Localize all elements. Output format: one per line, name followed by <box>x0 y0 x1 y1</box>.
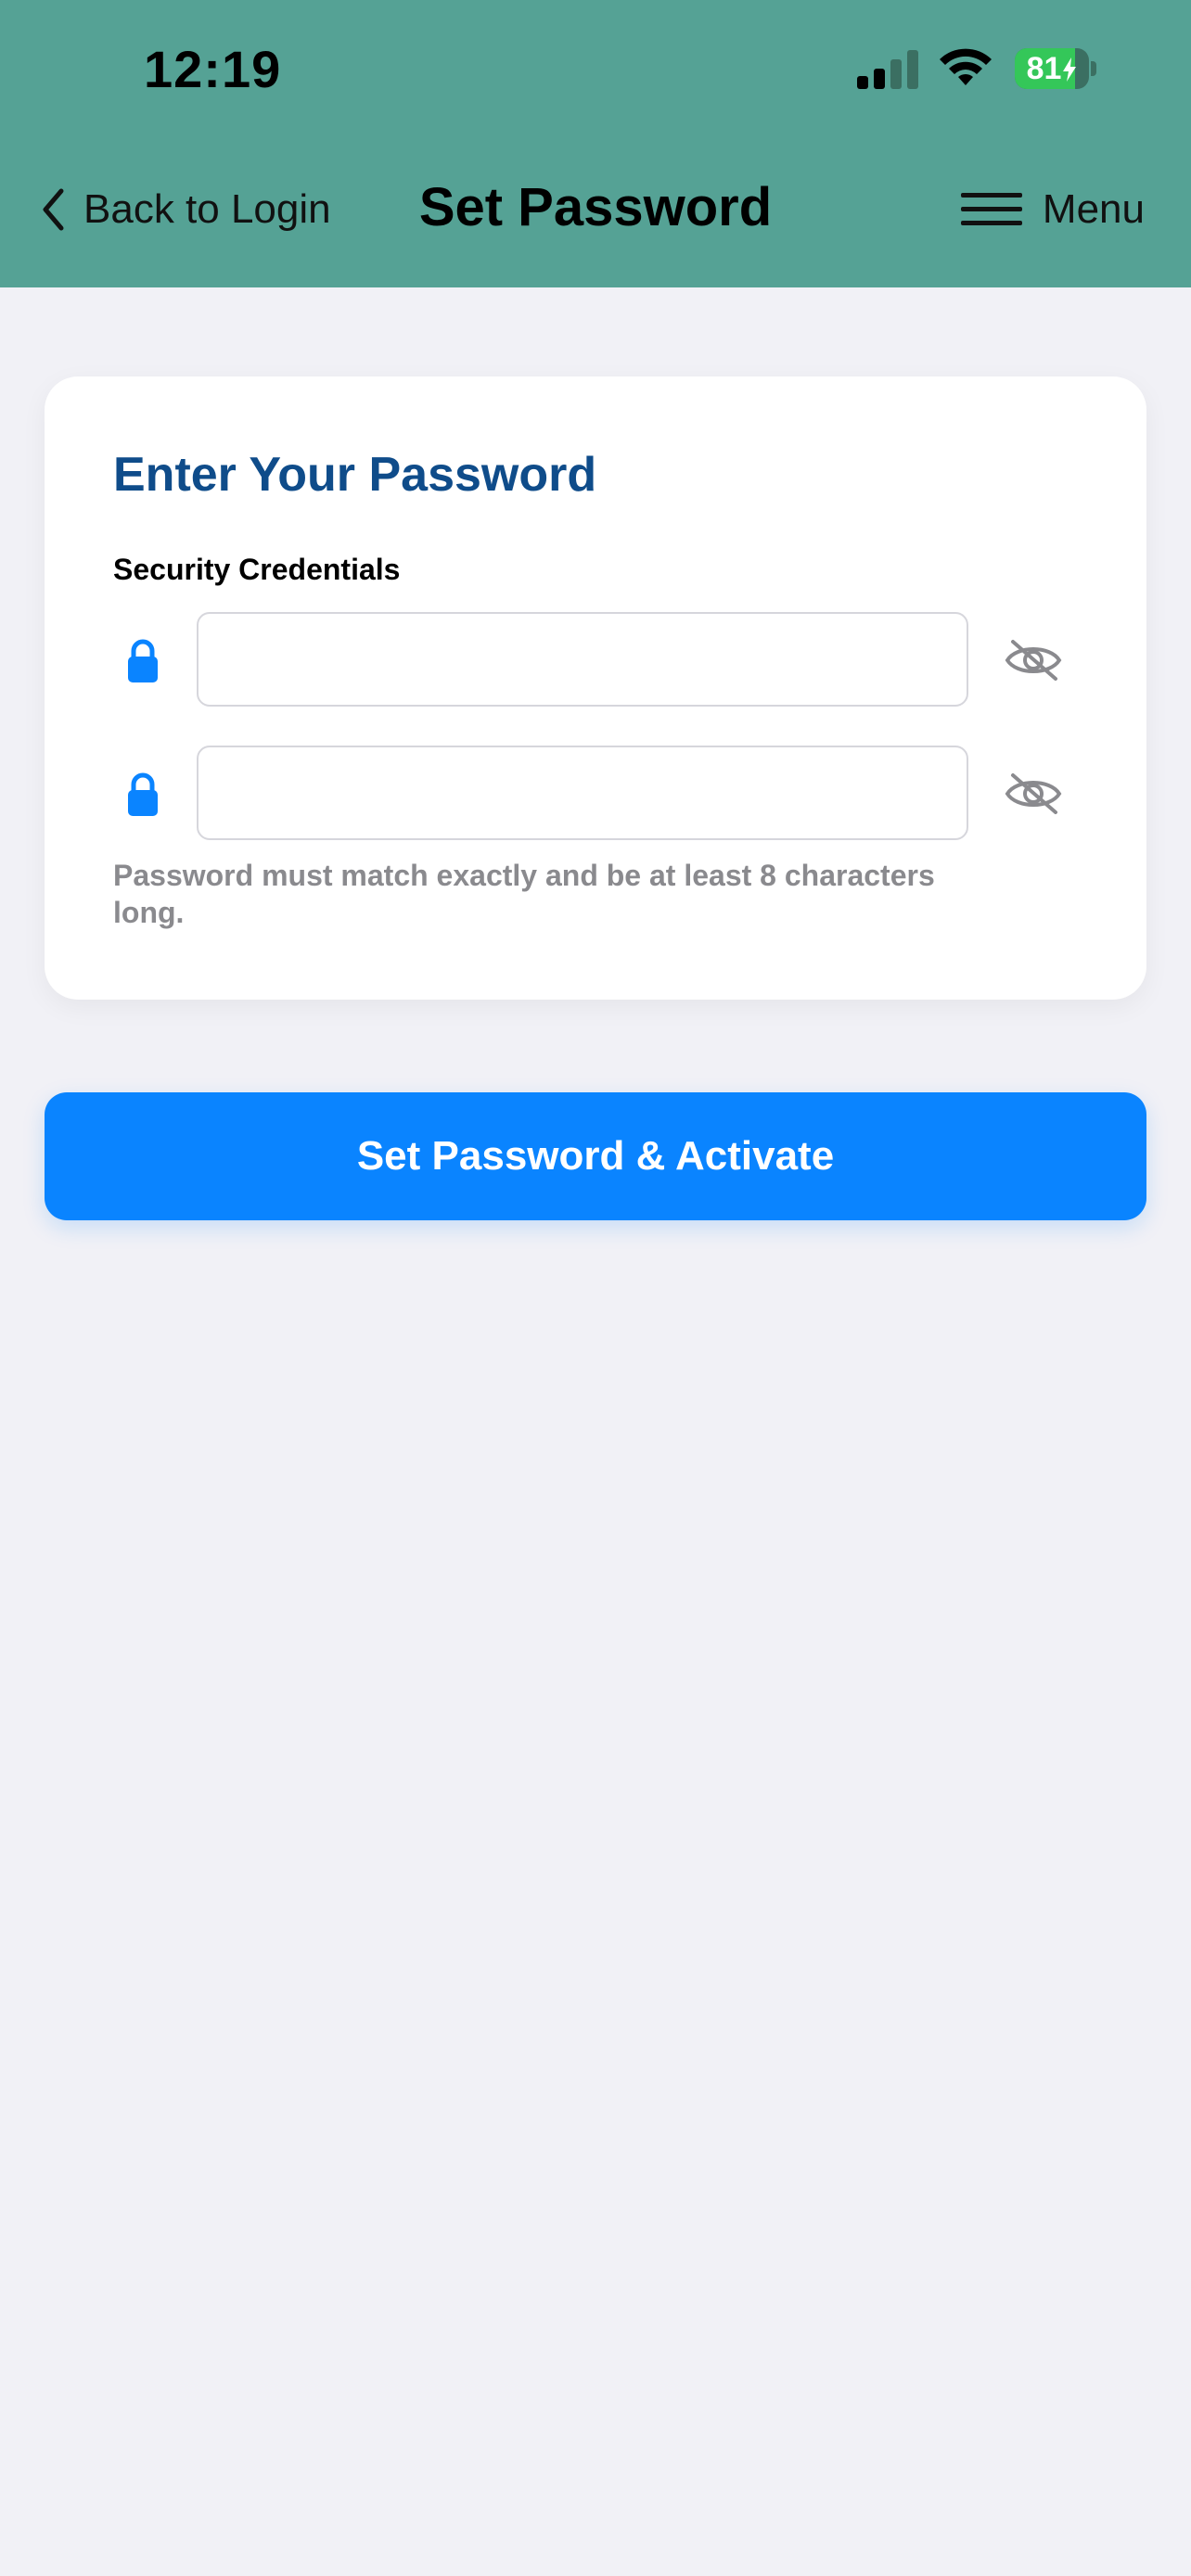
set-password-activate-button[interactable]: Set Password & Activate <box>45 1092 1146 1220</box>
password-field[interactable] <box>197 612 968 707</box>
menu-button-label: Menu <box>1042 186 1145 232</box>
eye-slash-icon[interactable] <box>1004 772 1063 816</box>
lock-icon <box>128 772 158 816</box>
status-time: 12:19 <box>144 40 282 98</box>
back-button-label: Back to Login <box>83 186 331 232</box>
header-bar: 12:19 81 Back to Login Set Password Menu <box>0 0 1191 287</box>
signal-icon <box>857 50 918 89</box>
charging-bolt-icon <box>1063 57 1077 82</box>
menu-button[interactable]: Menu <box>960 182 1145 237</box>
password-helper-text: Password must match exactly and be at le… <box>113 859 935 929</box>
confirm-password-field[interactable] <box>197 746 968 840</box>
password-card: Enter Your Password Security Credentials… <box>45 376 1146 1000</box>
lock-icon <box>128 639 158 682</box>
hamburger-icon <box>960 193 1022 225</box>
chevron-left-icon <box>43 188 64 231</box>
eye-slash-icon[interactable] <box>1004 638 1063 682</box>
wifi-icon <box>940 48 992 85</box>
section-label: Security Credentials <box>113 553 401 586</box>
back-to-login-button[interactable]: Back to Login <box>41 182 331 237</box>
battery-charging-icon: 81 <box>1015 48 1096 89</box>
card-title: Enter Your Password <box>113 448 597 502</box>
battery-level: 81 <box>1026 51 1062 86</box>
